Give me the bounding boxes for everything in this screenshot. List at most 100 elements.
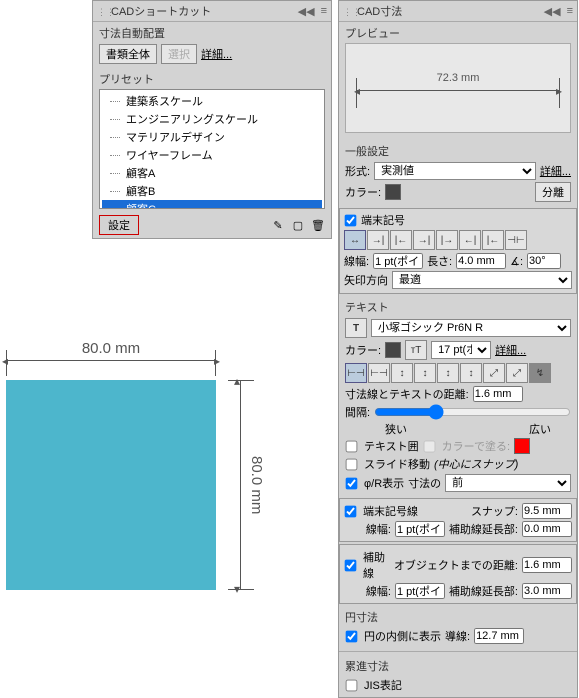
jis-label: JIS表記 [364,677,402,693]
preview-title: プレビュー [345,25,571,41]
doc-all-button[interactable]: 書類全体 [99,44,157,64]
auto-layout-title: 寸法自動配置 [99,25,325,41]
term-style-3[interactable]: →| [413,230,435,250]
preset-item[interactable]: 顧客A [102,164,322,182]
term-style-arrow[interactable]: ↔ [344,230,366,250]
termline-ext-label: 補助線延長部: [449,521,518,537]
ang-input[interactable] [527,253,561,269]
collapse-icon[interactable]: ◀◀ [544,5,561,18]
preview-box: ◂▸ 72.3 mm [345,43,571,133]
edit-icon[interactable]: ✎ [271,218,285,232]
aux-check[interactable] [345,559,357,571]
narrow-label: 狭い [385,421,407,437]
details-link[interactable]: 詳細... [201,46,232,62]
termline-check[interactable] [345,505,357,517]
textpos-5[interactable]: ↕ [460,363,482,383]
fill-swatch[interactable] [514,438,530,454]
aux-ext-input[interactable] [522,583,572,599]
new-icon[interactable]: ▢ [291,218,305,232]
color-label: カラー: [345,184,381,200]
term-style-2[interactable]: |← [390,230,412,250]
textpos-8[interactable]: ↯ [529,363,551,383]
textpos-1[interactable]: ⊢⊣ [368,363,390,383]
cad-shortcuts-panel: CADショートカット ◀◀ ≡ 寸法自動配置 書類全体 選択 詳細... プリセ… [92,0,332,239]
textpos-6[interactable]: ⤢ [483,363,505,383]
grip-icon [343,6,353,16]
panel-title: CADショートカット [111,3,298,19]
termline-lw-label: 線幅: [366,521,391,537]
term-style-5[interactable]: ←| [459,230,481,250]
dist-input[interactable] [473,386,523,402]
general-details-link[interactable]: 詳細... [540,163,571,179]
circle-inner-check[interactable] [346,630,358,642]
lw-input[interactable] [373,253,423,269]
arrow-dir-select[interactable]: 最適 [392,271,572,289]
aux-lw-input[interactable] [395,583,445,599]
grip-icon [97,6,107,16]
preset-item[interactable]: エンジニアリングスケール [102,110,322,128]
len-label: 長さ: [427,253,452,269]
phiR-label: 寸法の [408,475,441,491]
textpos-0[interactable]: ⊢⊣ [345,363,367,383]
textpos-2[interactable]: ↕ [391,363,413,383]
term-style-6[interactable]: |← [482,230,504,250]
preset-item[interactable]: ワイヤーフレーム [102,146,322,164]
textpos-3[interactable]: ↕ [414,363,436,383]
font-select[interactable]: 小塚ゴシック Pr6N R [371,319,571,337]
preset-list[interactable]: 建築系スケール エンジニアリングスケール マテリアルデザイン ワイヤーフレーム … [99,89,325,209]
general-title: 一般設定 [345,143,571,159]
preset-item[interactable]: 建築系スケール [102,92,322,110]
term-style-4[interactable]: |→ [436,230,458,250]
v-dim-label: 80.0 mm [248,380,265,590]
term-style-1[interactable]: →| [367,230,389,250]
terminator-check[interactable] [345,214,357,226]
preset-item-selected[interactable]: 顧客C [102,200,322,209]
h-dim-label: 80.0 mm [6,340,216,357]
objdist-input[interactable] [522,557,572,573]
separate-button[interactable]: 分離 [535,182,571,202]
text-position-row: ⊢⊣ ⊢⊣ ↕ ↕ ↕ ↕ ⤢ ⤢ ↯ [345,363,571,383]
cumulative-title: 累進寸法 [345,658,571,674]
slide-note: (中心にスナップ) [434,456,518,472]
terminator-subpanel: 端末記号 ↔ →| |← →| |→ ←| |← ⊣⊢ 線幅: 長さ: ∡: 矢… [339,208,577,294]
collapse-icon[interactable]: ◀◀ [298,5,315,18]
preset-item[interactable]: 顧客B [102,182,322,200]
jis-check[interactable] [346,679,358,691]
phiR-select[interactable]: 前 [445,474,571,492]
gap-slider[interactable] [374,404,571,420]
text-details-link[interactable]: 詳細... [495,342,526,358]
text-icon: T [345,318,367,338]
snap-input[interactable] [522,503,572,519]
color-swatch[interactable] [385,184,401,200]
menu-icon[interactable]: ≡ [567,5,573,18]
len-input[interactable] [456,253,506,269]
menu-icon[interactable]: ≡ [321,5,327,18]
slide-label: スライド移動 [364,456,430,472]
term-style-7[interactable]: ⊣⊢ [505,230,527,250]
format-select[interactable]: 実測値 [374,162,536,180]
settings-button[interactable]: 設定 [99,215,139,235]
textpos-4[interactable]: ↕ [437,363,459,383]
text-size-icon[interactable]: тT [405,340,427,360]
lw-label: 線幅: [344,253,369,269]
termline-lw-input[interactable] [395,521,445,537]
textpos-7[interactable]: ⤢ [506,363,528,383]
format-label: 形式: [345,163,370,179]
termline-ext-input[interactable] [522,521,572,537]
panel-header[interactable]: CADショートカット ◀◀ ≡ [93,1,331,22]
slide-check[interactable] [346,458,358,470]
select-button: 選択 [161,44,197,64]
preset-item[interactable]: マテリアルデザイン [102,128,322,146]
termline-subpanel: 端末記号線 スナップ: 線幅: 補助線延長部: [339,498,577,542]
circle-inner-label: 円の内側に表示 [364,628,441,644]
textbox-check[interactable] [346,440,358,452]
text-size-select[interactable]: 17 pt(ポイン [431,341,491,359]
terminator-style-row: ↔ →| |← →| |→ ←| |← ⊣⊢ [344,230,572,250]
panel-header[interactable]: CAD寸法 ◀◀ ≡ [339,1,577,22]
terminator-title: 端末記号 [361,212,405,228]
cad-dimensions-panel: CAD寸法 ◀◀ ≡ プレビュー ◂▸ 72.3 mm 一般設定 形式: 実測値… [338,0,578,698]
phiR-check[interactable] [346,477,358,489]
delete-icon[interactable]: 🗑 [311,218,325,232]
text-color-swatch[interactable] [385,342,401,358]
leader-input[interactable] [474,628,524,644]
